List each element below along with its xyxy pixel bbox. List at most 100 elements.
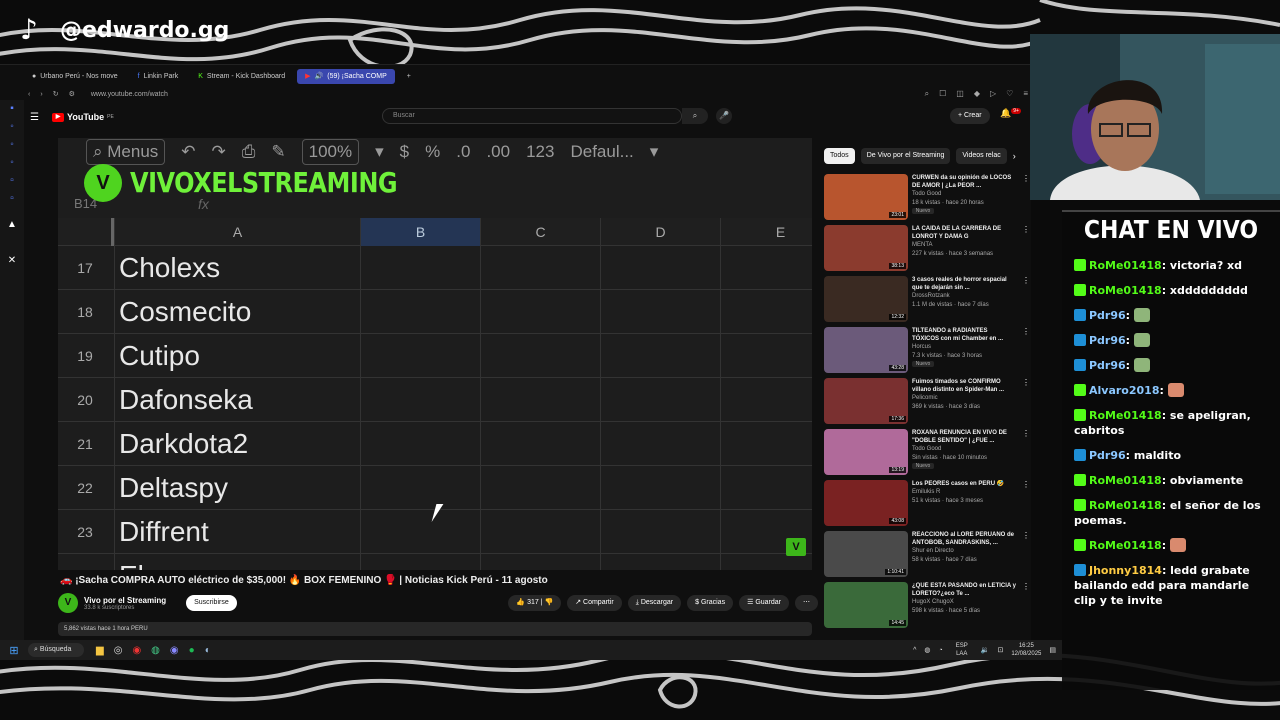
more-vert-icon[interactable]: ⋮ xyxy=(1022,378,1030,429)
like-button[interactable]: 👍 317 | 👎 xyxy=(508,595,562,611)
more-vert-icon[interactable]: ⋮ xyxy=(1022,582,1030,633)
more-vert-icon[interactable]: ⋮ xyxy=(1022,429,1030,480)
list-item[interactable]: 43:08 Los PEORES casos en PERÚ 🤣 Emilukis … xyxy=(824,480,1030,531)
more-vert-icon[interactable]: ⋮ xyxy=(1022,327,1030,378)
tab-youtube-active[interactable]: ▶ 🔊 (59) ¡Sacha COMP xyxy=(297,68,395,84)
more-vert-icon[interactable]: ⋮ xyxy=(1022,174,1030,225)
video-thumbnail[interactable]: 17:36 xyxy=(824,378,908,424)
channel-avatar[interactable]: V xyxy=(58,593,78,613)
site-info-icon[interactable]: ⚙ xyxy=(69,90,75,98)
windows-start-icon[interactable]: ⊞ xyxy=(0,644,28,657)
rail-icon-4[interactable]: ◦ xyxy=(0,154,24,172)
network-icon[interactable]: ⊡ xyxy=(997,646,1003,654)
zoom-icon[interactable]: ⌕ xyxy=(925,89,929,99)
rail-icon-x[interactable]: ✕ xyxy=(0,252,24,270)
notifications-icon[interactable]: 🔔 9+ xyxy=(1000,108,1021,119)
youtube-logo[interactable]: ▶ YouTube PE xyxy=(52,112,114,122)
undo-icon: ↶ xyxy=(181,142,196,161)
app-icon-2[interactable]: ◉ xyxy=(132,645,141,656)
list-item[interactable]: 17:36 Fuimos timados se CONFIRMÓ villano … xyxy=(824,378,1030,429)
volume-icon[interactable]: 🔉 xyxy=(981,646,990,654)
notification-center-icon[interactable]: ▤ xyxy=(1049,646,1056,654)
list-item[interactable]: 12:32 3 casos reales de horror espacial q… xyxy=(824,276,1030,327)
back-icon[interactable]: ‹ xyxy=(28,91,30,98)
rail-icon-2[interactable]: ◦ xyxy=(0,118,24,136)
taskbar-search[interactable]: ⌕ Búsqueda xyxy=(28,643,84,657)
heart-icon[interactable]: ♡ xyxy=(1006,89,1013,99)
rail-icon-3[interactable]: ◦ xyxy=(0,136,24,154)
clock[interactable]: 16:25 12/08/2025 xyxy=(1011,642,1041,658)
save-button[interactable]: ☰ Guardar xyxy=(739,595,789,611)
channel-name[interactable]: Vivo por el Streaming xyxy=(84,596,166,605)
list-item[interactable]: 13:19 ROXANA RENUNCIA EN VIVO DE "DOBLE S… xyxy=(824,429,1030,480)
tab-urbano[interactable]: ● Urbano Perú - Nos move xyxy=(24,69,126,84)
more-button[interactable]: ⋯ xyxy=(795,595,818,611)
more-vert-icon[interactable]: ⋮ xyxy=(1022,531,1030,582)
download-button[interactable]: ⤓ Descargar xyxy=(627,595,682,611)
more-vert-icon[interactable]: ⋮ xyxy=(1022,480,1030,531)
chat-message: RoMe01418: victoria? xd xyxy=(1074,258,1274,273)
video-thumbnail[interactable]: 43:28 xyxy=(824,327,908,373)
chip-channel[interactable]: De Vivo por el Streaming xyxy=(860,148,951,164)
tab-kick-dashboard[interactable]: K Stream - Kick Dashboard xyxy=(190,69,293,84)
mic-icon[interactable]: 🎤 xyxy=(716,108,732,124)
list-item[interactable]: 38:13 LA CAIDA DE LA CARRERA DE LONROT Y … xyxy=(824,225,1030,276)
chip-all[interactable]: Todos xyxy=(824,148,855,164)
video-thumbnail[interactable]: 13:19 xyxy=(824,429,908,475)
search-input[interactable]: Buscar xyxy=(382,108,682,124)
description-bar[interactable]: 5,862 vistas hace 1 hora PERU xyxy=(58,622,812,636)
rail-icon-1[interactable]: ▪ xyxy=(0,100,24,118)
app-icon-1[interactable]: ◎ xyxy=(114,645,123,656)
url-field[interactable]: www.youtube.com/watch xyxy=(91,91,168,98)
file-explorer-icon[interactable]: ▆ xyxy=(96,645,104,656)
hamburger-icon[interactable]: ☰ xyxy=(30,112,52,123)
list-item[interactable]: 1:10:41 REACCIONO al LORE PERUANO de ANTO… xyxy=(824,531,1030,582)
video-thumbnail[interactable]: 23:01 xyxy=(824,174,908,220)
play-icon[interactable]: ▷ xyxy=(990,89,996,99)
tray-clock-icon[interactable]: ◔ xyxy=(939,647,943,654)
list-item[interactable]: 43:28 TILTEANDO a RADIANTES TÓXICOS con m… xyxy=(824,327,1030,378)
tab-linkin-park[interactable]: f Linkin Park xyxy=(130,69,187,84)
chrome-icon[interactable]: ◍ xyxy=(151,645,160,656)
spotify-icon[interactable]: ● xyxy=(189,645,195,656)
video-player[interactable]: ⌕ Menus ↶ ↷ ⎙ ✎ 100% ▾ $ % .0 .00 123 De… xyxy=(58,138,812,570)
discord-icon[interactable]: ◉ xyxy=(170,645,179,656)
table-row: 18 Cosmecito xyxy=(58,290,812,334)
thanks-button[interactable]: $ Gracias xyxy=(687,595,734,611)
menu-icon[interactable]: ≡ xyxy=(1023,89,1028,99)
subscribe-button[interactable]: Suscribirse xyxy=(186,595,237,611)
share-button[interactable]: ↗ Compartir xyxy=(567,595,622,611)
list-item[interactable]: 14:45 ¿QUÉ ESTÁ PASANDO en LETICIA y LORE… xyxy=(824,582,1030,633)
create-button[interactable]: + Crear xyxy=(950,108,990,124)
forward-icon[interactable]: › xyxy=(40,91,42,98)
language-indicator[interactable]: ESP LAA xyxy=(951,642,973,658)
chip-related[interactable]: Videos relac xyxy=(956,148,1007,164)
new-tab-button[interactable]: + xyxy=(399,69,419,84)
video-thumbnail[interactable]: 12:32 xyxy=(824,276,908,322)
search-icon[interactable]: ⌕ xyxy=(682,108,708,124)
rail-icon-5[interactable]: ▫ xyxy=(0,172,24,190)
video-thumbnail[interactable]: 14:45 xyxy=(824,582,908,628)
thumbs-down-icon: 👎 xyxy=(544,599,554,606)
more-vert-icon[interactable]: ⋮ xyxy=(1022,225,1030,276)
bookmark-icon[interactable]: ☐ xyxy=(939,89,946,99)
video-thumbnail[interactable]: 38:13 xyxy=(824,225,908,271)
steam-icon[interactable]: ◐ xyxy=(205,645,211,656)
chat-message: Pdr96: maldito xyxy=(1074,448,1274,463)
badge-icon xyxy=(1074,259,1086,271)
video-thumbnail[interactable]: 43:08 xyxy=(824,480,908,526)
more-vert-icon[interactable]: ⋮ xyxy=(1022,276,1030,327)
rail-icon-7[interactable]: ▲ xyxy=(0,216,24,234)
video-thumbnail[interactable]: 1:10:41 xyxy=(824,531,908,577)
rail-icon-6[interactable]: ▫ xyxy=(0,190,24,208)
tray-app-icon[interactable]: ◍ xyxy=(924,646,930,654)
chat-message: RoMe01418: xddddddddd xyxy=(1074,283,1274,298)
reload-icon[interactable]: ↻ xyxy=(53,90,59,98)
tray-chevron-icon[interactable]: ^ xyxy=(913,647,916,654)
extension-icon[interactable]: ◫ xyxy=(956,89,964,99)
shield-icon[interactable]: ◆ xyxy=(974,89,980,99)
list-item[interactable]: 23:01 CURWEN da su opinión de LOCOS DE AM… xyxy=(824,174,1030,225)
video-actions: 👍 317 | 👎 ↗ Compartir ⤓ Descargar $ Grac… xyxy=(508,595,818,611)
youtube-icon: ▶ xyxy=(305,73,311,80)
chevron-right-icon[interactable]: › xyxy=(1013,148,1016,164)
